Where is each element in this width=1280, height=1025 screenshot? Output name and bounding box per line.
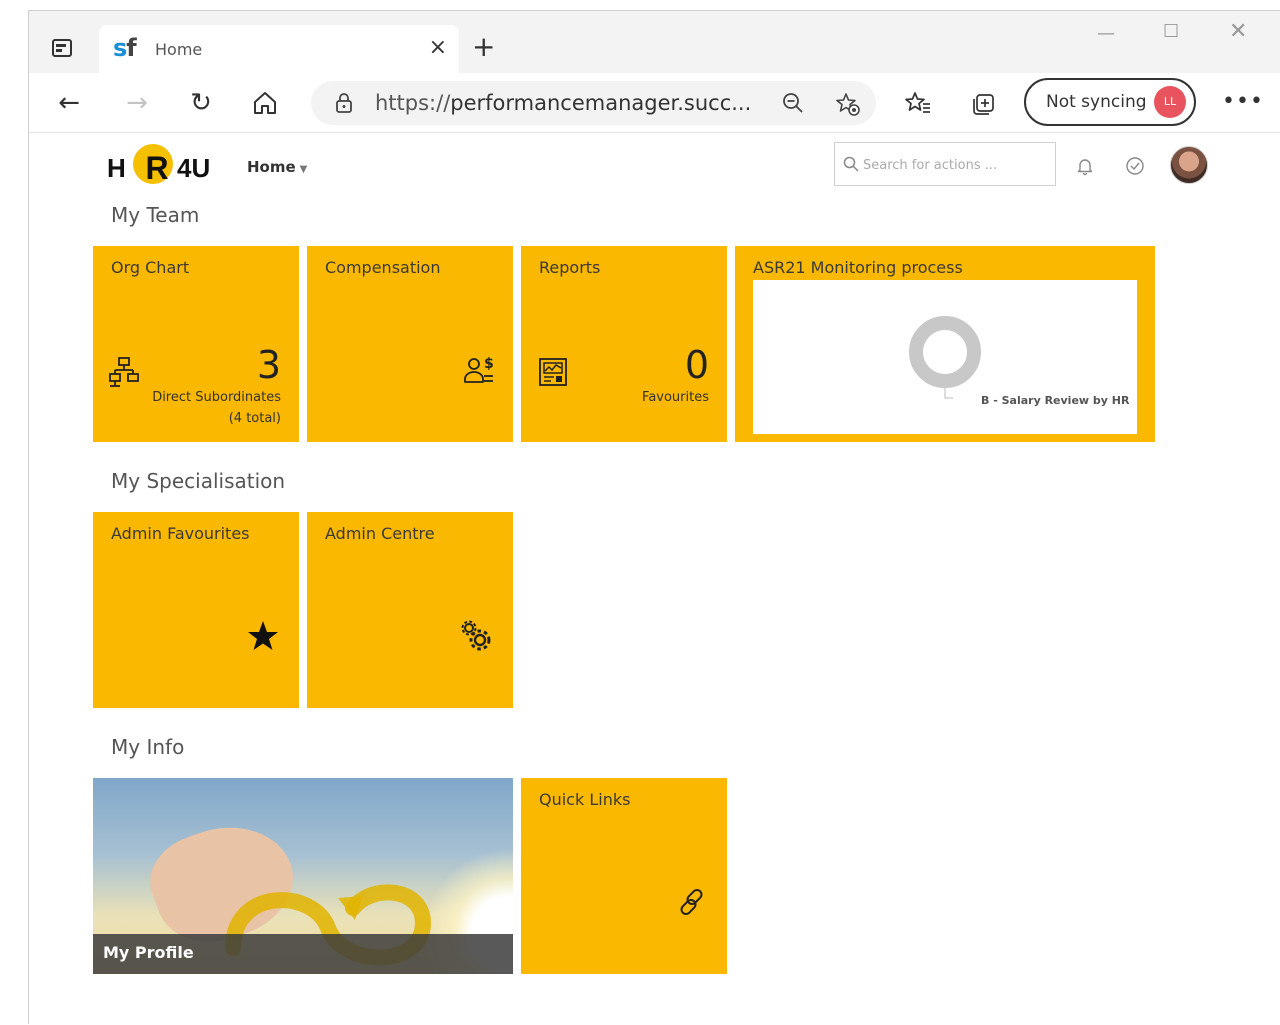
- compensation-icon: $: [464, 356, 494, 383]
- favorites-icon[interactable]: [904, 89, 932, 117]
- url-scheme: https://: [375, 91, 451, 115]
- maximize-icon[interactable]: ☐: [1163, 21, 1179, 42]
- tile-title: Org Chart: [111, 258, 190, 277]
- tile-title: Quick Links: [539, 790, 631, 809]
- minimize-icon[interactable]: —: [1097, 23, 1115, 44]
- hr4u-logo[interactable]: H R 4U: [107, 142, 227, 186]
- donut-slice-0[interactable]: [909, 316, 981, 388]
- donut-chart: [909, 316, 981, 399]
- tile-admin-centre[interactable]: Admin Centre: [307, 512, 513, 708]
- refresh-icon[interactable]: ↻: [185, 87, 217, 119]
- zoom-out-icon[interactable]: [781, 91, 805, 115]
- tab-home[interactable]: sf Home ×: [99, 25, 459, 73]
- section-title-my-team: My Team: [111, 203, 200, 227]
- report-icon: [539, 358, 567, 386]
- star-icon: [248, 621, 278, 650]
- back-icon[interactable]: ←: [53, 87, 85, 119]
- tile-title: Admin Favourites: [111, 524, 250, 543]
- home-menu[interactable]: Home ▼: [247, 158, 307, 176]
- todo-icon[interactable]: [1125, 156, 1145, 176]
- app-content: HR4U Home▼ My Team Org Chart: [29, 134, 1280, 1025]
- svg-text:$: $: [484, 356, 494, 372]
- tile-admin-favourites[interactable]: Admin Favourites: [93, 512, 299, 708]
- tile-compensation[interactable]: Compensation $: [307, 246, 513, 442]
- tile-asr21-monitoring[interactable]: ASR21 Monitoring process B - Salary Revi…: [735, 246, 1155, 442]
- sf-favicon-icon: sf: [113, 34, 137, 62]
- org-chart-icon: [109, 357, 139, 387]
- url-host: performancemanager.succ...: [450, 91, 752, 115]
- reports-count: 0: [684, 343, 709, 387]
- bell-icon[interactable]: [1075, 156, 1095, 176]
- user-avatar[interactable]: [1170, 146, 1208, 184]
- section-title-my-info: My Info: [111, 735, 185, 759]
- search-input[interactable]: [863, 152, 1049, 178]
- add-favorite-icon[interactable]: [835, 91, 861, 117]
- tile-title: Compensation: [325, 258, 441, 277]
- profile-caption-bar: My Profile: [93, 934, 513, 974]
- browser-window: sf Home × + — ☐ ✕ ← → ↻ https://performa…: [28, 10, 1280, 1025]
- chart-legend-label: B - Salary Review by HR: [981, 394, 1130, 407]
- chevron-down-icon: ▼: [299, 164, 308, 175]
- chart-panel: B - Salary Review by HR: [753, 280, 1137, 434]
- profile-avatar: LL: [1154, 86, 1186, 118]
- tile-title: ASR21 Monitoring process: [753, 258, 963, 277]
- address-bar-row: ← → ↻ https://performancemanager.succ...: [29, 73, 1280, 133]
- search-icon: [843, 156, 859, 172]
- tile-title: Reports: [539, 258, 601, 277]
- logo-text: H R 4U: [107, 150, 211, 186]
- home-icon[interactable]: [251, 89, 279, 117]
- gears-icon: [461, 620, 491, 651]
- tile-my-profile[interactable]: My Profile: [93, 778, 513, 974]
- tile-quick-links[interactable]: Quick Links: [521, 778, 727, 974]
- close-window-icon[interactable]: ✕: [1229, 19, 1247, 44]
- org-chart-sub: Direct Subordinates: [152, 390, 281, 405]
- tab-title: Home: [155, 40, 203, 59]
- tile-title: My Profile: [103, 943, 194, 962]
- sync-button[interactable]: Not syncing LL: [1024, 78, 1196, 126]
- org-chart-total: (4 total): [228, 411, 281, 426]
- tile-title: Admin Centre: [325, 524, 435, 543]
- link-icon: [680, 889, 703, 915]
- url-text: https://performancemanager.succ...: [375, 91, 751, 115]
- org-chart-count: 3: [256, 343, 281, 387]
- tab-actions-icon[interactable]: [51, 37, 73, 59]
- forward-icon[interactable]: →: [121, 87, 153, 119]
- reports-sub: Favourites: [642, 390, 709, 405]
- new-tab-icon[interactable]: +: [472, 33, 495, 61]
- close-tab-icon[interactable]: ×: [429, 37, 447, 59]
- address-field[interactable]: https://performancemanager.succ...: [311, 81, 876, 125]
- donut-leader-line: [944, 388, 953, 399]
- tile-org-chart[interactable]: Org Chart 3 Direct Subordinates (4 total…: [93, 246, 299, 442]
- more-icon[interactable]: •••: [1222, 89, 1264, 114]
- collections-icon[interactable]: [971, 89, 999, 117]
- tab-strip: sf Home × + — ☐ ✕: [29, 11, 1280, 73]
- sync-label: Not syncing: [1046, 92, 1147, 112]
- section-title-my-specialisation: My Specialisation: [111, 469, 286, 493]
- search-box[interactable]: [834, 142, 1056, 186]
- tile-reports[interactable]: Reports 0 Favourites: [521, 246, 727, 442]
- lock-icon[interactable]: [333, 92, 355, 114]
